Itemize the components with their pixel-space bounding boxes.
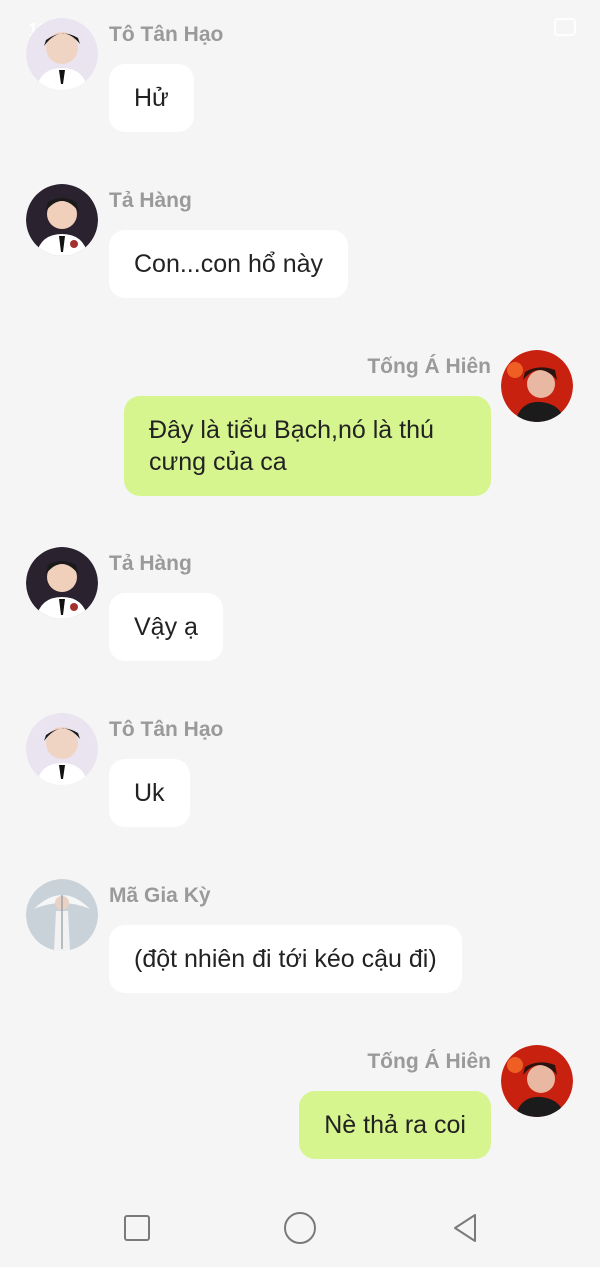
home-icon[interactable] [284,1212,316,1244]
sender-name: Tô Tân Hạo [109,23,224,46]
message-bubble[interactable]: Hử [109,64,194,132]
back-icon[interactable] [450,1212,480,1244]
avatar-tong-a-hien[interactable] [501,1045,573,1117]
avatar-tong-a-hien[interactable] [501,350,573,422]
avatar-ta-hang[interactable] [26,184,98,256]
message-bubble[interactable]: (đột nhiên đi tới kéo cậu đi) [109,925,462,993]
sender-name: Tống Á Hiên [367,355,491,378]
message-bubble[interactable]: Con...con hổ này [109,230,349,298]
message-bubble[interactable]: Nè thả ra coi [299,1091,491,1159]
sender-name: Tống Á Hiên [367,1050,491,1073]
message-bubble[interactable]: Uk [109,759,190,827]
message-bubble[interactable]: Đây là tiểu Bạch,nó là thú cưng của ca [124,396,491,496]
avatar-to-tan-hao[interactable] [26,713,98,785]
recent-apps-icon[interactable] [124,1215,150,1241]
message-bubble[interactable]: Vậy ạ [109,593,223,661]
sender-name: Tô Tân Hạo [109,718,224,741]
battery-icon [554,18,576,36]
avatar-ta-hang[interactable] [26,547,98,619]
avatar-to-tan-hao[interactable] [26,18,98,90]
status-icons [554,18,576,36]
sender-name: Tả Hàng [109,552,192,575]
avatar-ma-gia-ky[interactable] [26,879,98,951]
sender-name: Tả Hàng [109,189,192,212]
sender-name: Mã Gia Kỳ [109,884,211,907]
navigation-bar [0,1190,600,1267]
